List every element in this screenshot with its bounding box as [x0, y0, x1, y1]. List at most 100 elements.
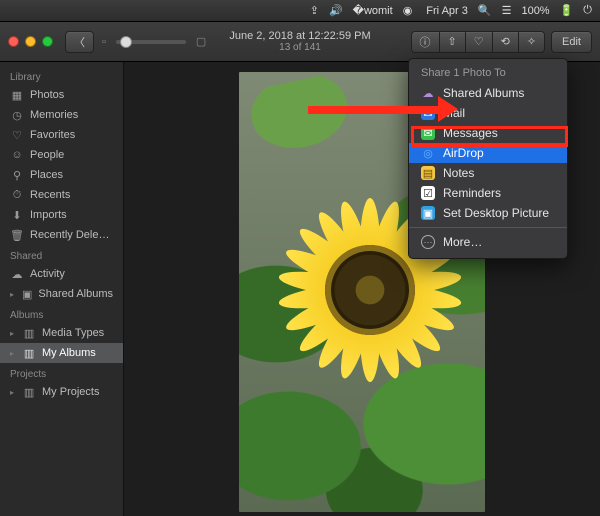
sidebar-item-imports[interactable]: ⬇ Imports	[0, 205, 123, 225]
menu-separator	[409, 227, 567, 228]
battery-percent[interactable]: 100%	[521, 5, 549, 17]
zoom-window-button[interactable]	[42, 36, 53, 47]
enhance-button[interactable]: ✧	[518, 31, 545, 53]
battery-icon[interactable]: 🔋	[560, 4, 574, 17]
rotate-button[interactable]: ⟲	[492, 31, 518, 53]
imports-icon: ⬇	[10, 209, 24, 222]
sidebar-item-photos[interactable]: ▦ Photos	[0, 85, 123, 105]
chevron-right-icon: ▸	[10, 329, 14, 338]
memories-icon: ◷	[10, 109, 24, 122]
share-item-mail[interactable]: ✉Mail	[409, 103, 567, 123]
back-button[interactable]: 〈	[65, 31, 94, 53]
share-item-label: Reminders	[443, 186, 501, 200]
cloud-icon: ☁	[421, 86, 435, 100]
volume-icon[interactable]: 🔊	[329, 4, 343, 17]
shared-albums-icon: ▣	[22, 288, 32, 301]
zoom-knob[interactable]	[120, 36, 132, 48]
sidebar-item-media-types[interactable]: ▸▥Media Types	[0, 323, 123, 343]
sidebar-item-label: My Projects	[42, 386, 99, 398]
sidebar-item-label: People	[30, 149, 64, 161]
info-icon: ⓘ	[412, 34, 439, 50]
wand-icon: ✧	[519, 35, 544, 48]
notes-icon: ▤	[421, 166, 435, 180]
share-button[interactable]: ⇧	[439, 31, 465, 53]
airdrop-icon: ◎	[421, 146, 435, 160]
sidebar-item-activity[interactable]: ☁ Activity	[0, 264, 123, 284]
sidebar-item-my-projects[interactable]: ▸▥My Projects	[0, 382, 123, 402]
photo-subtitle: 13 of 141	[229, 42, 370, 54]
sidebar-item-label: Favorites	[30, 129, 75, 141]
reminders-icon: ☑	[421, 186, 435, 200]
folder-icon: ▥	[22, 347, 36, 360]
search-icon[interactable]: 🔍	[478, 4, 492, 17]
share-item-set-desktop[interactable]: ▣Set Desktop Picture	[409, 203, 567, 223]
trash-icon: 🗑	[10, 229, 24, 242]
sidebar-item-label: Shared Albums	[38, 288, 113, 300]
power-icon[interactable]: ⏻	[583, 4, 592, 17]
rotate-icon: ⟲	[493, 35, 518, 48]
share-menu-title: Share 1 Photo To	[409, 65, 567, 83]
sidebar-header-library: Library	[0, 66, 123, 85]
sidebar-item-label: Memories	[30, 109, 78, 121]
sidebar-item-places[interactable]: ⚲ Places	[0, 165, 123, 185]
places-icon: ⚲	[10, 169, 24, 182]
share-item-more[interactable]: ⋯ More…	[409, 232, 567, 252]
photo-title-block: June 2, 2018 at 12:22:59 PM 13 of 141	[229, 30, 370, 54]
zoom-slider[interactable]	[116, 40, 186, 44]
share-icon: ⇧	[440, 35, 465, 48]
chevron-left-icon: 〈	[66, 34, 93, 50]
sidebar-item-label: Photos	[30, 89, 64, 101]
sidebar-item-shared-albums[interactable]: ▸ ▣ Shared Albums	[0, 284, 123, 304]
sidebar-item-recents[interactable]: ⏱Recents	[0, 185, 123, 205]
sidebar-item-memories[interactable]: ◷ Memories	[0, 105, 123, 125]
close-window-button[interactable]	[8, 36, 19, 47]
sidebar-item-people[interactable]: ☺ People	[0, 145, 123, 165]
toolbar-action-group: ⓘ ⇧ ♡ ⟲ ✧	[411, 31, 546, 53]
wifi-icon[interactable]: �womit	[353, 4, 393, 17]
chevron-right-icon: ▸	[10, 290, 14, 299]
recents-icon: ⏱	[10, 189, 24, 202]
sidebar-item-my-albums[interactable]: ▸▥My Albums	[0, 343, 123, 363]
zoom-small-icon: ▫	[102, 36, 106, 48]
favorites-icon: ♡	[10, 129, 24, 142]
minimize-window-button[interactable]	[25, 36, 36, 47]
edit-button[interactable]: Edit	[551, 31, 592, 53]
heart-icon: ♡	[466, 35, 492, 48]
sidebar-item-label: Recently Dele…	[30, 229, 109, 241]
share-item-messages[interactable]: ✉Messages	[409, 123, 567, 143]
menubar-clock[interactable]: Fri Apr 3	[426, 5, 468, 17]
share-item-reminders[interactable]: ☑ Reminders	[409, 183, 567, 203]
share-item-shared-albums[interactable]: ☁ Shared Albums	[409, 83, 567, 103]
info-button[interactable]: ⓘ	[411, 31, 439, 53]
zoom-large-icon: ▢	[196, 35, 206, 48]
share-menu: Share 1 Photo To ☁Shared Albums ✉Mail ✉M…	[408, 58, 568, 259]
sidebar-header-shared: Shared	[0, 245, 123, 264]
mail-icon: ✉	[421, 106, 435, 120]
people-icon: ☺	[10, 149, 24, 161]
sidebar-item-recently-deleted[interactable]: 🗑 Recently Dele…	[0, 225, 123, 245]
photos-toolbar: 〈 ▫ ▢ June 2, 2018 at 12:22:59 PM 13 of …	[0, 22, 600, 62]
chevron-right-icon: ▸	[10, 349, 14, 358]
sidebar-item-label: Activity	[30, 268, 65, 280]
control-center-icon[interactable]: ☰	[502, 4, 512, 17]
sidebar-item-label: Imports	[30, 209, 67, 221]
more-icon: ⋯	[421, 235, 435, 249]
desktop-icon: ▣	[421, 206, 435, 220]
share-item-airdrop[interactable]: ◎ AirDrop	[409, 143, 567, 163]
share-item-notes[interactable]: ▤Notes	[409, 163, 567, 183]
sidebar-item-favorites[interactable]: ♡ Favorites	[0, 125, 123, 145]
share-item-label: More…	[443, 235, 482, 249]
favorite-button[interactable]: ♡	[465, 31, 492, 53]
folder-icon: ▥	[22, 327, 36, 340]
wifi-icon[interactable]: ◉	[403, 4, 413, 17]
sidebar-item-label: Places	[30, 169, 63, 181]
share-item-label: Shared Albums	[443, 86, 524, 100]
chevron-right-icon: ▸	[10, 388, 14, 397]
share-item-label: AirDrop	[443, 146, 484, 160]
sidebar-header-albums: Albums	[0, 304, 123, 323]
photos-icon: ▦	[10, 89, 24, 102]
sidebar-header-projects: Projects	[0, 363, 123, 382]
photo-title: June 2, 2018 at 12:22:59 PM	[229, 30, 370, 42]
up-arrow-icon[interactable]: ⇪	[310, 4, 319, 17]
activity-icon: ☁	[10, 268, 24, 281]
